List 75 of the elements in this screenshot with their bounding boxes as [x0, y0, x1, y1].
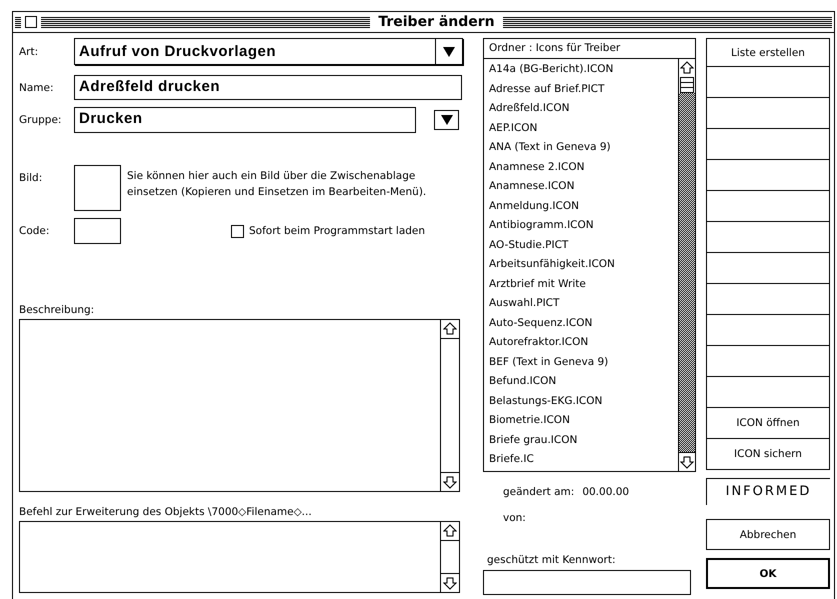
- brand-logo: INFORMED: [706, 478, 830, 505]
- cancel-button[interactable]: Abbrechen: [706, 519, 830, 550]
- file-list-item[interactable]: Adresse auf Brief.PICT: [484, 80, 678, 99]
- field-label: Name:: [19, 82, 55, 94]
- file-list-item[interactable]: Auto-Sequenz.ICON: [484, 314, 678, 333]
- file-list-item[interactable]: Biometrie.ICON: [484, 411, 678, 430]
- folder-header: Ordner : Icons für Treiber: [484, 39, 695, 59]
- file-list-item[interactable]: BEF (Text in Geneva 9): [484, 352, 678, 372]
- blank-button[interactable]: [706, 253, 830, 284]
- scroll-track[interactable]: [441, 338, 459, 473]
- image-hint-text: Sie können hier auch ein Bild über die Zwischenablage einsetzen (Kopieren und Einsetzen im Bearbeiten-Menü).: [126, 169, 428, 200]
- file-list-item[interactable]: Briefe.IC: [484, 450, 678, 470]
- image-well[interactable]: [74, 165, 121, 211]
- file-list-item[interactable]: Briefe grau.ICON: [484, 430, 678, 450]
- up-arrow-icon[interactable]: [443, 524, 457, 538]
- up-arrow-icon[interactable]: [443, 322, 457, 336]
- file-list-item[interactable]: Arbeitsunfähigkeit.ICON: [484, 255, 678, 274]
- type-dropdown[interactable]: Aufruf von Druckvorlagen: [74, 38, 463, 65]
- file-list-item[interactable]: Adreßfeld.ICON: [484, 99, 678, 118]
- icon-button[interactable]: ICON öffnen: [706, 408, 830, 439]
- window-title: Treiber ändern: [377, 14, 496, 30]
- down-arrow-icon[interactable]: [443, 576, 457, 590]
- file-list-item[interactable]: Anamnese.ICON: [484, 177, 678, 196]
- scroll-thumb[interactable]: [680, 77, 694, 93]
- changed-date: 00.00.00: [582, 486, 630, 498]
- up-arrow-icon[interactable]: [680, 61, 694, 75]
- down-arrow-icon[interactable]: [680, 455, 694, 469]
- file-list-item[interactable]: Anmeldung.ICON: [484, 196, 678, 216]
- description-label: Beschreibung:: [19, 304, 96, 316]
- close-box[interactable]: [25, 16, 37, 28]
- author-label: von:: [503, 512, 527, 524]
- field-label: Code:: [19, 225, 50, 237]
- command-text-area[interactable]: [19, 521, 460, 593]
- file-list-item[interactable]: Autorefraktor.ICON: [484, 333, 678, 352]
- field-label: Bild:: [19, 171, 44, 184]
- blank-button[interactable]: [706, 222, 830, 253]
- blank-button[interactable]: [706, 129, 830, 160]
- blank-button[interactable]: [706, 98, 830, 129]
- create-list-button[interactable]: Liste erstellen: [706, 38, 830, 67]
- blank-button[interactable]: [706, 346, 830, 377]
- blank-button[interactable]: [706, 377, 830, 408]
- file-list-item[interactable]: Befund.ICON: [484, 372, 678, 392]
- field-label: Art:: [19, 46, 40, 58]
- checkbox-label: Sofort beim Programmstart laden: [249, 225, 426, 237]
- blank-button[interactable]: [706, 284, 830, 315]
- file-list-item[interactable]: Auswahl.PICT: [484, 294, 678, 314]
- dropdown-triangle-icon: [440, 115, 452, 125]
- changed-label: geändert am:: [503, 486, 574, 498]
- file-list-item[interactable]: Anamnese 2.ICON: [484, 158, 678, 177]
- icon-button[interactable]: ICON sichern: [706, 439, 830, 470]
- code-field[interactable]: [74, 218, 121, 244]
- file-list-item[interactable]: Antibiogramm.ICON: [484, 216, 678, 236]
- blank-button[interactable]: [706, 160, 830, 191]
- group-dropdown-button[interactable]: [434, 110, 459, 130]
- password-field[interactable]: [483, 570, 691, 595]
- file-list-item[interactable]: ANA (Text in Geneva 9): [484, 138, 678, 158]
- field-label: Gruppe:: [19, 114, 62, 126]
- blank-button[interactable]: [706, 67, 830, 98]
- name-field[interactable]: Adreßfeld drucken: [74, 75, 462, 100]
- file-list-item[interactable]: AEP.ICON: [484, 118, 678, 138]
- down-arrow-icon[interactable]: [443, 475, 457, 489]
- blank-button[interactable]: [706, 315, 830, 346]
- command-label: Befehl zur Erweiterung des Objekts \7000◇Filename◇...: [19, 506, 313, 518]
- scroll-track[interactable]: [441, 540, 459, 574]
- file-list-item[interactable]: Belastungs-EKG.ICON: [484, 392, 678, 411]
- file-list-item[interactable]: Arztbrief mit Write: [484, 274, 678, 294]
- dropdown-triangle-icon: [443, 46, 455, 56]
- group-field[interactable]: Drucken: [74, 107, 416, 133]
- checkbox[interactable]: [231, 224, 244, 238]
- password-label: geschützt mit Kennwort:: [487, 554, 616, 566]
- title-bar-stripes: [15, 16, 21, 28]
- file-list-item[interactable]: AO-Studie.PICT: [484, 236, 678, 255]
- ok-button[interactable]: OK: [706, 558, 830, 589]
- blank-button[interactable]: [706, 191, 830, 222]
- file-list-item[interactable]: A14a (BG-Bericht).ICON: [484, 60, 678, 80]
